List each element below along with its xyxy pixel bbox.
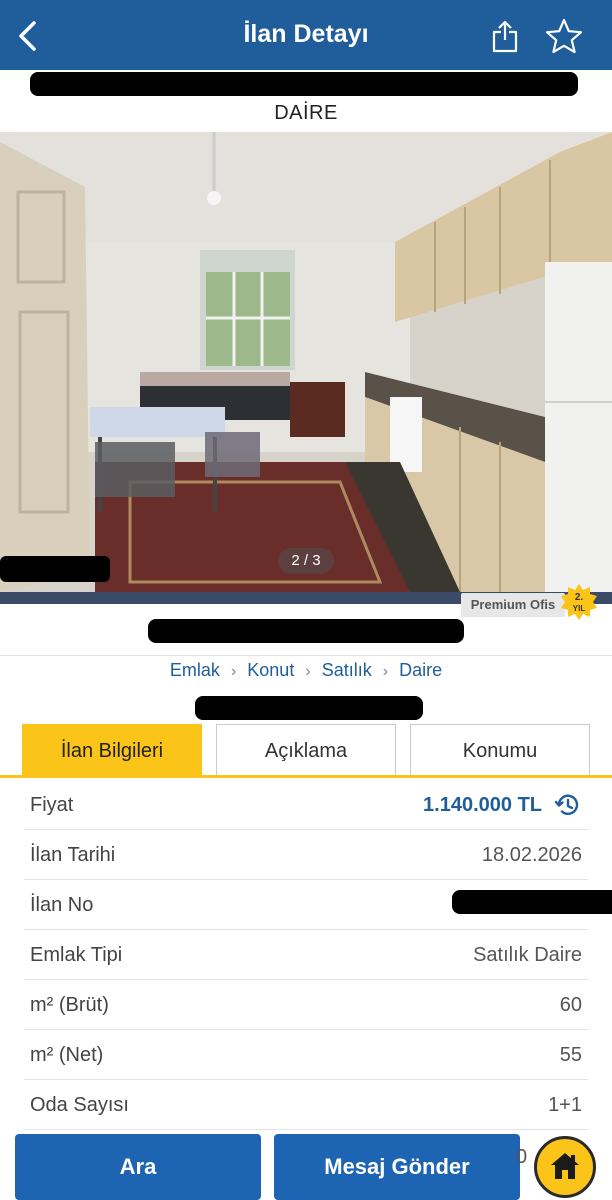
favorite-button[interactable] bbox=[545, 18, 583, 54]
call-button[interactable]: Ara bbox=[15, 1134, 261, 1200]
breadcrumb-item-daire[interactable]: Daire bbox=[399, 660, 442, 681]
listing-photo[interactable] bbox=[0, 132, 612, 592]
breadcrumb-separator: › bbox=[382, 663, 389, 680]
detail-row-net-m2: m² (Net) 55 bbox=[24, 1030, 588, 1080]
rooms-value: 1+1 bbox=[548, 1094, 582, 1116]
date-label: İlan Tarihi bbox=[30, 844, 116, 866]
tab-aciklama[interactable]: Açıklama bbox=[216, 724, 396, 776]
detail-row-rooms: Oda Sayısı 1+1 bbox=[24, 1080, 588, 1130]
property-type-value: Satılık Daire bbox=[473, 944, 582, 966]
redacted-location bbox=[195, 696, 423, 720]
breadcrumb-item-konut[interactable]: Konut bbox=[247, 660, 294, 681]
breadcrumb: Emlak › Konut › Satılık › Daire bbox=[0, 660, 612, 681]
kitchen-photo-image bbox=[0, 132, 612, 592]
premium-office-badge: Premium Ofis bbox=[461, 593, 565, 617]
star-outline-icon bbox=[545, 18, 583, 54]
redacted-listing-number bbox=[452, 890, 612, 914]
send-message-button[interactable]: Mesaj Gönder bbox=[274, 1134, 520, 1200]
gross-m2-value: 60 bbox=[559, 994, 582, 1016]
top-bar: İlan Detayı bbox=[0, 0, 612, 70]
price-value: 1.140.000 TL bbox=[423, 794, 542, 816]
share-button[interactable] bbox=[490, 18, 520, 54]
listing-no-label: İlan No bbox=[30, 894, 94, 916]
breadcrumb-item-emlak[interactable]: Emlak bbox=[170, 660, 220, 681]
property-type-label-text: Emlak Tipi bbox=[30, 944, 123, 966]
divider bbox=[0, 655, 612, 656]
detail-row-property-type: Emlak Tipi Satılık Daire bbox=[24, 930, 588, 980]
photo-counter: 2 / 3 bbox=[278, 548, 334, 574]
breadcrumb-separator: › bbox=[305, 663, 311, 680]
date-value: 18.02.2026 bbox=[481, 844, 582, 866]
tab-ilan-bilgileri[interactable]: İlan Bilgileri bbox=[22, 724, 202, 776]
breadcrumb-item-satilik[interactable]: Satılık bbox=[322, 660, 372, 681]
starburst-badge-icon: 2. YIL bbox=[561, 584, 597, 620]
redacted-listing-title bbox=[30, 72, 578, 96]
gross-m2-label: m² (Brüt) bbox=[30, 994, 109, 1016]
detail-row-gross-m2: m² (Brüt) 60 bbox=[24, 980, 588, 1030]
redacted-office-name bbox=[148, 619, 464, 643]
tab-konumu[interactable]: Konumu bbox=[410, 724, 590, 776]
year-badge: 2. YIL bbox=[560, 583, 598, 621]
property-type-label: DAİRE bbox=[274, 102, 338, 124]
share-icon bbox=[492, 20, 518, 53]
history-icon[interactable] bbox=[554, 792, 580, 818]
home-button[interactable] bbox=[534, 1136, 596, 1198]
breadcrumb-separator: › bbox=[230, 663, 237, 680]
net-m2-label: m² (Net) bbox=[30, 1044, 104, 1066]
year-label: YIL bbox=[573, 604, 586, 613]
tab-underline bbox=[0, 775, 612, 778]
page-title: İlan Detayı bbox=[243, 20, 369, 48]
peek-value: 0 bbox=[516, 1146, 528, 1168]
net-m2-value: 55 bbox=[559, 1044, 582, 1066]
price-label: Fiyat bbox=[30, 794, 74, 816]
home-icon bbox=[551, 1153, 579, 1179]
rooms-label: Oda Sayısı bbox=[30, 1094, 129, 1116]
detail-row-date: İlan Tarihi 18.02.2026 bbox=[24, 830, 588, 880]
year-number: 2. bbox=[575, 592, 584, 603]
detail-row-price: Fiyat 1.140.000 TL bbox=[24, 780, 588, 830]
